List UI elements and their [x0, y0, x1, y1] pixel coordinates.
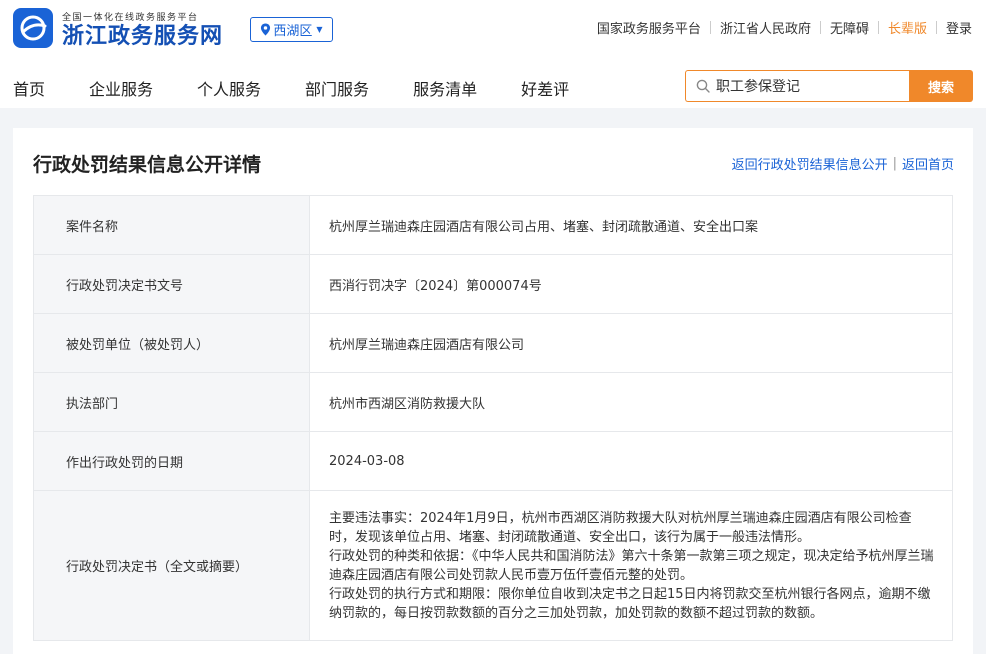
decision-facts: 主要违法事实：2024年1月9日，杭州市西湖区消防救援大队对杭州厚兰瑞迪森庄园酒…	[329, 510, 912, 545]
main-nav: 首页 企业服务 个人服务 部门服务 服务清单 好差评	[13, 76, 613, 100]
nav-item-enterprise[interactable]: 企业服务	[89, 76, 153, 100]
row-label-document-number: 行政处罚决定书文号	[33, 254, 310, 314]
row-label-case-name: 案件名称	[33, 195, 310, 255]
row-label-penalty-date: 作出行政处罚的日期	[33, 431, 310, 491]
site-header: 全国一体化在线政务服务平台 浙江政务服务网 西湖区 ▼ 国家政务服务平台 浙江省…	[0, 0, 986, 108]
region-selector[interactable]: 西湖区 ▼	[250, 17, 333, 42]
row-value-penalty-date: 2024-03-08	[309, 431, 953, 491]
table-row: 行政处罚决定书（全文或摘要） 主要违法事实：2024年1月9日，杭州市西湖区消防…	[33, 490, 953, 641]
link-elder-version[interactable]: 长辈版	[888, 18, 927, 37]
decision-execution: 行政处罚的执行方式和期限：限你单位自收到决定书之日起15日内将罚款交至杭州银行各…	[329, 586, 931, 621]
table-row: 案件名称 杭州厚兰瑞迪森庄园酒店有限公司占用、堵塞、封闭疏散通道、安全出口案	[33, 195, 953, 255]
nav-item-personal[interactable]: 个人服务	[197, 76, 261, 100]
panel-links: 返回行政处罚结果信息公开 | 返回首页	[732, 154, 954, 173]
nav-item-home[interactable]: 首页	[13, 76, 45, 100]
row-value-penalized-party: 杭州厚兰瑞迪森庄园酒店有限公司	[309, 313, 953, 373]
table-row: 行政处罚决定书文号 西消行罚决字〔2024〕第000074号	[33, 254, 953, 314]
link-separator: |	[892, 156, 897, 171]
row-label-decision: 行政处罚决定书（全文或摘要）	[33, 490, 310, 641]
divider	[819, 21, 821, 34]
row-label-enforcement-department: 执法部门	[33, 372, 310, 432]
row-value-case-name: 杭州厚兰瑞迪森庄园酒店有限公司占用、堵塞、封闭疏散通道、安全出口案	[309, 195, 953, 255]
divider	[709, 21, 711, 34]
search-icon	[696, 79, 710, 93]
divider	[935, 21, 937, 34]
region-label: 西湖区	[273, 24, 313, 39]
link-national-platform[interactable]: 国家政务服务平台	[597, 18, 701, 37]
row-value-decision: 主要违法事实：2024年1月9日，杭州市西湖区消防救援大队对杭州厚兰瑞迪森庄园酒…	[309, 490, 953, 641]
row-value-document-number: 西消行罚决字〔2024〕第000074号	[309, 254, 953, 314]
page-title: 行政处罚结果信息公开详情	[33, 154, 262, 176]
location-pin-icon	[261, 23, 271, 36]
site-logo-icon[interactable]	[13, 8, 53, 48]
table-row: 作出行政处罚的日期 2024-03-08	[33, 431, 953, 491]
search-bar: 搜索	[685, 70, 973, 102]
detail-table: 案件名称 杭州厚兰瑞迪森庄园酒店有限公司占用、堵塞、封闭疏散通道、安全出口案 行…	[33, 195, 953, 641]
back-to-list-link[interactable]: 返回行政处罚结果信息公开	[732, 154, 888, 173]
search-button[interactable]: 搜索	[909, 70, 973, 102]
link-accessibility[interactable]: 无障碍	[830, 18, 869, 37]
row-value-enforcement-department: 杭州市西湖区消防救援大队	[309, 372, 953, 432]
search-box	[685, 70, 909, 102]
back-home-link[interactable]: 返回首页	[902, 154, 954, 173]
nav-item-service-list[interactable]: 服务清单	[413, 76, 477, 100]
row-label-penalized-party: 被处罚单位（被处罚人）	[33, 313, 310, 373]
table-row: 执法部门 杭州市西湖区消防救援大队	[33, 372, 953, 432]
divider	[877, 21, 879, 34]
table-row: 被处罚单位（被处罚人） 杭州厚兰瑞迪森庄园酒店有限公司	[33, 313, 953, 373]
brand-title[interactable]: 浙江政务服务网	[62, 22, 223, 50]
nav-item-rating[interactable]: 好差评	[521, 76, 569, 100]
detail-panel: 行政处罚结果信息公开详情 返回行政处罚结果信息公开 | 返回首页 案件名称 杭州…	[13, 128, 973, 654]
decision-basis: 行政处罚的种类和依据：《中华人民共和国消防法》第六十条第一款第三项之规定，现决定…	[329, 548, 934, 583]
nav-item-department[interactable]: 部门服务	[305, 76, 369, 100]
login-link[interactable]: 登录	[946, 18, 972, 37]
caret-down-icon: ▼	[316, 25, 323, 34]
link-provincial-government[interactable]: 浙江省人民政府	[720, 18, 811, 37]
search-input[interactable]	[716, 78, 896, 94]
top-links: 国家政务服务平台 浙江省人民政府 无障碍 长辈版 登录	[597, 18, 972, 37]
